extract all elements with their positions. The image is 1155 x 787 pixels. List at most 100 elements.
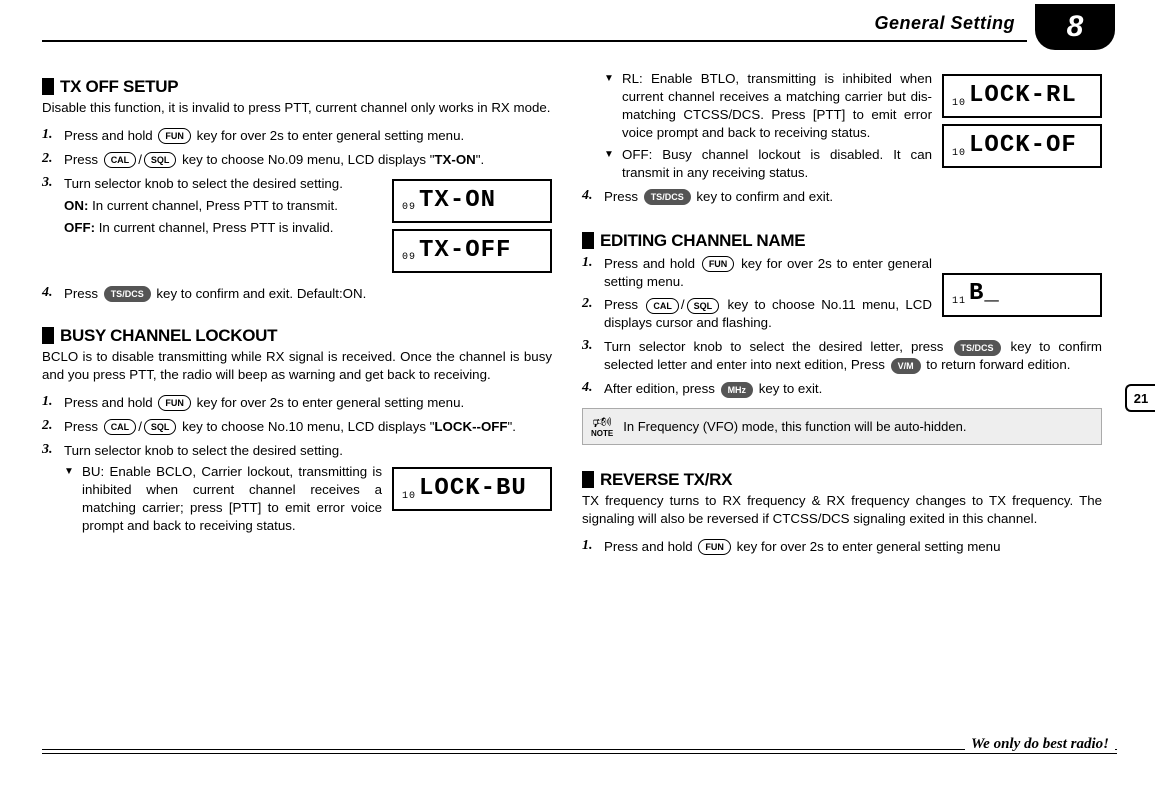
mhz-key-icon: MHz bbox=[721, 382, 754, 398]
step-item: 1. 11B_ Press and hold FUN key for over … bbox=[582, 255, 1102, 291]
heading-text: EDITING CHANNEL NAME bbox=[600, 232, 805, 249]
text: key for over 2s to enter general setting… bbox=[733, 539, 1001, 554]
lcd-text: LOCK-RL bbox=[969, 80, 1077, 112]
bclo-step4: 4. Press TS/DCS key to confirm and exit. bbox=[582, 188, 1102, 206]
cal-key-icon: CAL bbox=[104, 152, 137, 168]
page-number-side-tab: 21 bbox=[1125, 384, 1155, 412]
page: General Setting 8 21 TX OFF SETUP Disabl… bbox=[0, 0, 1155, 787]
header-rule bbox=[42, 40, 1027, 42]
section-bclo-heading: BUSY CHANNEL LOCKOUT bbox=[42, 327, 552, 344]
bclo-options-continued: 10LOCK-RL 10LOCK-OF RL: Enable BTLO, tra… bbox=[604, 70, 1102, 182]
text: RL: Enable BTLO, transmitting is inhibit… bbox=[622, 71, 932, 140]
lcd-display: 10LOCK-RL bbox=[942, 74, 1102, 118]
step-item: 2. Press CAL/SQL key to choose No.10 men… bbox=[42, 418, 552, 436]
note-label: NOTE bbox=[591, 430, 613, 438]
text: Turn selector knob to select the desired… bbox=[64, 443, 343, 458]
text: Turn selector knob to select the desired… bbox=[64, 176, 343, 191]
bold-text: TX-ON bbox=[434, 152, 475, 167]
step-item: 3. Turn selector knob to select the desi… bbox=[582, 338, 1102, 374]
heading-text: BUSY CHANNEL LOCKOUT bbox=[60, 327, 277, 344]
note-box: 🕬 NOTE In Frequency (VFO) mode, this fun… bbox=[582, 408, 1102, 445]
text: Press bbox=[604, 189, 642, 204]
text: In current channel, Press PTT is invalid… bbox=[95, 220, 333, 235]
tsdcs-key-icon: TS/DCS bbox=[104, 286, 151, 302]
content-columns: TX OFF SETUP Disable this function, it i… bbox=[42, 64, 1117, 744]
lcd-index: 09 bbox=[402, 251, 416, 271]
step-item: 4. Press TS/DCS key to confirm and exit. bbox=[582, 188, 1102, 206]
fun-key-icon: FUN bbox=[698, 539, 731, 555]
bclo-intro: BCLO is to disable transmitting while RX… bbox=[42, 348, 552, 384]
fun-key-icon: FUN bbox=[158, 395, 191, 411]
text: In current channel, Press PTT to transmi… bbox=[88, 198, 338, 213]
tx-off-steps: 1. Press and hold FUN key for over 2s to… bbox=[42, 127, 552, 303]
heading-marker-icon bbox=[582, 232, 594, 249]
fun-key-icon: FUN bbox=[702, 256, 735, 272]
text: key to exit. bbox=[755, 381, 822, 396]
bclo-options: 10LOCK-BU BU: Enable BCLO, Carrier locko… bbox=[64, 463, 552, 535]
right-column: 10LOCK-RL 10LOCK-OF RL: Enable BTLO, tra… bbox=[582, 64, 1102, 744]
text: After edition, press bbox=[604, 381, 719, 396]
step-item: 2. Press CAL/SQL key to choose No.09 men… bbox=[42, 151, 552, 169]
cal-key-icon: CAL bbox=[104, 419, 137, 435]
left-column: TX OFF SETUP Disable this function, it i… bbox=[42, 64, 552, 744]
bold-text: LOCK--OFF bbox=[434, 419, 507, 434]
text: OFF: Busy channel lockout is disabled. I… bbox=[622, 147, 932, 180]
tsdcs-key-icon: TS/DCS bbox=[954, 340, 1001, 356]
text: Press and hold bbox=[64, 128, 156, 143]
heading-text: TX OFF SETUP bbox=[60, 78, 178, 95]
text: ". bbox=[476, 152, 484, 167]
step-item: 3. Turn selector knob to select the desi… bbox=[42, 442, 552, 536]
bclo-steps: 1. Press and hold FUN key for over 2s to… bbox=[42, 394, 552, 536]
chapter-number: 8 bbox=[1067, 4, 1084, 50]
heading-marker-icon bbox=[42, 78, 54, 95]
vm-key-icon: V/M bbox=[891, 358, 921, 374]
lcd-index: 10 bbox=[952, 97, 966, 117]
sql-key-icon: SQL bbox=[144, 419, 177, 435]
note-text: In Frequency (VFO) mode, this function w… bbox=[623, 418, 966, 436]
step-item: 4. After edition, press MHz key to exit. bbox=[582, 380, 1102, 398]
text: Press and hold bbox=[604, 539, 696, 554]
section-tx-off-heading: TX OFF SETUP bbox=[42, 78, 552, 95]
lcd-text: LOCK-BU bbox=[419, 473, 527, 505]
lcd-text: TX-OFF bbox=[419, 235, 511, 267]
lcd-display: 10LOCK-BU bbox=[392, 467, 552, 511]
footer: We only do best radio! bbox=[42, 737, 1117, 767]
speaker-icon: 🕬 bbox=[591, 415, 613, 430]
step-item: 1. Press and hold FUN key for over 2s to… bbox=[42, 127, 552, 145]
cal-key-icon: CAL bbox=[646, 298, 679, 314]
bold-text: ON: bbox=[64, 198, 88, 213]
tx-off-intro: Disable this function, it is invalid to … bbox=[42, 99, 552, 117]
sql-key-icon: SQL bbox=[144, 152, 177, 168]
text: Press bbox=[64, 419, 102, 434]
section-edit-name-heading: EDITING CHANNEL NAME bbox=[582, 232, 1102, 249]
chapter-tab: 8 bbox=[1035, 4, 1115, 50]
lcd-index: 09 bbox=[402, 201, 416, 221]
text: Press and hold bbox=[64, 395, 156, 410]
option-rl: 10LOCK-RL 10LOCK-OF RL: Enable BTLO, tra… bbox=[604, 70, 1102, 142]
text: key to confirm and exit. Default:ON. bbox=[153, 286, 367, 301]
text: key for over 2s to enter general setting… bbox=[193, 395, 464, 410]
header-category: General Setting bbox=[874, 14, 1015, 32]
text: key to confirm and exit. bbox=[693, 189, 833, 204]
text: Press and hold bbox=[604, 256, 700, 271]
fun-key-icon: FUN bbox=[158, 128, 191, 144]
lcd-display: 09TX-OFF bbox=[392, 229, 552, 273]
lcd-index: 10 bbox=[402, 490, 416, 510]
text: ". bbox=[508, 419, 516, 434]
text: Press bbox=[604, 297, 644, 312]
step-item: 1. Press and hold FUN key for over 2s to… bbox=[42, 394, 552, 412]
option-bu: 10LOCK-BU BU: Enable BCLO, Carrier locko… bbox=[64, 463, 552, 535]
edit-name-steps: 1. 11B_ Press and hold FUN key for over … bbox=[582, 255, 1102, 399]
heading-text: REVERSE TX/RX bbox=[600, 471, 732, 488]
text: key for over 2s to enter general setting… bbox=[193, 128, 464, 143]
text: key to choose No.10 menu, LCD displays " bbox=[178, 419, 434, 434]
section-reverse-heading: REVERSE TX/RX bbox=[582, 471, 1102, 488]
footer-slogan: We only do best radio! bbox=[965, 736, 1115, 753]
sql-key-icon: SQL bbox=[687, 298, 720, 314]
heading-marker-icon bbox=[582, 471, 594, 488]
heading-marker-icon bbox=[42, 327, 54, 344]
step-item: 3. 09TX-ON 09TX-OFF Turn selector knob t… bbox=[42, 175, 552, 279]
footer-rule bbox=[42, 749, 1117, 750]
text: to return forward edition. bbox=[923, 357, 1071, 372]
tsdcs-key-icon: TS/DCS bbox=[644, 189, 691, 205]
